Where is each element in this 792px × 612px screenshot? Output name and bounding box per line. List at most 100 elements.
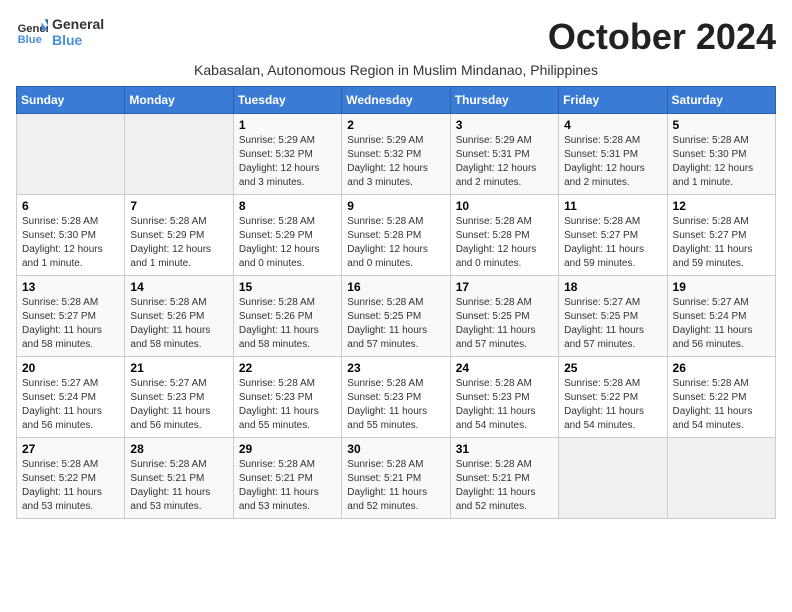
day-info: Sunrise: 5:28 AM Sunset: 5:26 PM Dayligh… — [130, 296, 227, 352]
day-number: 8 — [239, 199, 336, 213]
day-number: 3 — [456, 118, 553, 132]
day-number: 9 — [347, 199, 444, 213]
calendar-cell: 23 Sunrise: 5:28 AM Sunset: 5:23 PM Dayli… — [342, 357, 450, 438]
logo-line1: General — [52, 16, 104, 32]
day-info: Sunrise: 5:28 AM Sunset: 5:25 PM Dayligh… — [456, 296, 553, 352]
day-info: Sunrise: 5:27 AM Sunset: 5:24 PM Dayligh… — [673, 296, 770, 352]
subtitle: Kabasalan, Autonomous Region in Muslim M… — [16, 62, 776, 78]
day-number: 23 — [347, 361, 444, 375]
header-friday: Friday — [559, 87, 667, 114]
day-info: Sunrise: 5:28 AM Sunset: 5:23 PM Dayligh… — [347, 377, 444, 433]
calendar-week-2: 6Sunrise: 5:28 AM Sunset: 5:30 PM Daylig… — [17, 195, 776, 276]
day-info: Sunrise: 5:28 AM Sunset: 5:22 PM Dayligh… — [22, 458, 119, 514]
calendar-cell: 9 Sunrise: 5:28 AM Sunset: 5:28 PM Daylig… — [342, 195, 450, 276]
header-saturday: Saturday — [667, 87, 775, 114]
calendar-cell: 21 Sunrise: 5:27 AM Sunset: 5:23 PM Dayli… — [125, 357, 233, 438]
day-info: Sunrise: 5:28 AM Sunset: 5:28 PM Dayligh… — [456, 215, 553, 271]
calendar-cell: 6Sunrise: 5:28 AM Sunset: 5:30 PM Daylig… — [17, 195, 125, 276]
logo-line2: Blue — [52, 32, 104, 48]
day-number: 31 — [456, 442, 553, 456]
day-number: 20 — [22, 361, 119, 375]
calendar-cell: 25 Sunrise: 5:28 AM Sunset: 5:22 PM Dayli… — [559, 357, 667, 438]
day-number: 10 — [456, 199, 553, 213]
day-info: Sunrise: 5:28 AM Sunset: 5:21 PM Dayligh… — [130, 458, 227, 514]
day-info: Sunrise: 5:29 AM Sunset: 5:32 PM Dayligh… — [239, 134, 336, 190]
day-info: Sunrise: 5:28 AM Sunset: 5:26 PM Dayligh… — [239, 296, 336, 352]
calendar-week-3: 13Sunrise: 5:28 AM Sunset: 5:27 PM Dayli… — [17, 276, 776, 357]
calendar-cell — [559, 438, 667, 519]
day-number: 22 — [239, 361, 336, 375]
day-number: 15 — [239, 280, 336, 294]
day-number: 30 — [347, 442, 444, 456]
calendar-header-row: SundayMondayTuesdayWednesdayThursdayFrid… — [17, 87, 776, 114]
day-number: 2 — [347, 118, 444, 132]
day-info: Sunrise: 5:28 AM Sunset: 5:22 PM Dayligh… — [564, 377, 661, 433]
calendar-cell: 1 Sunrise: 5:29 AM Sunset: 5:32 PM Daylig… — [233, 114, 341, 195]
calendar-body: 1 Sunrise: 5:29 AM Sunset: 5:32 PM Daylig… — [17, 114, 776, 519]
calendar-cell: 18 Sunrise: 5:27 AM Sunset: 5:25 PM Dayli… — [559, 276, 667, 357]
header-wednesday: Wednesday — [342, 87, 450, 114]
calendar-cell: 17 Sunrise: 5:28 AM Sunset: 5:25 PM Dayli… — [450, 276, 558, 357]
calendar-table: SundayMondayTuesdayWednesdayThursdayFrid… — [16, 86, 776, 519]
day-number: 14 — [130, 280, 227, 294]
calendar-week-4: 20 Sunrise: 5:27 AM Sunset: 5:24 PM Dayli… — [17, 357, 776, 438]
svg-text:Blue: Blue — [18, 34, 42, 46]
header-monday: Monday — [125, 87, 233, 114]
header-thursday: Thursday — [450, 87, 558, 114]
header-tuesday: Tuesday — [233, 87, 341, 114]
day-number: 16 — [347, 280, 444, 294]
day-info: Sunrise: 5:28 AM Sunset: 5:27 PM Dayligh… — [22, 296, 119, 352]
day-info: Sunrise: 5:28 AM Sunset: 5:25 PM Dayligh… — [347, 296, 444, 352]
day-number: 18 — [564, 280, 661, 294]
calendar-cell: 20 Sunrise: 5:27 AM Sunset: 5:24 PM Dayli… — [17, 357, 125, 438]
day-info: Sunrise: 5:29 AM Sunset: 5:31 PM Dayligh… — [456, 134, 553, 190]
day-info: Sunrise: 5:27 AM Sunset: 5:25 PM Dayligh… — [564, 296, 661, 352]
day-info: Sunrise: 5:28 AM Sunset: 5:22 PM Dayligh… — [673, 377, 770, 433]
day-number: 1 — [239, 118, 336, 132]
day-number: 11 — [564, 199, 661, 213]
calendar-cell: 19 Sunrise: 5:27 AM Sunset: 5:24 PM Dayli… — [667, 276, 775, 357]
calendar-cell: 30 Sunrise: 5:28 AM Sunset: 5:21 PM Dayli… — [342, 438, 450, 519]
day-number: 21 — [130, 361, 227, 375]
logo-icon: General Blue — [16, 16, 48, 48]
logo: General Blue General Blue — [16, 16, 104, 48]
calendar-cell: 15 Sunrise: 5:28 AM Sunset: 5:26 PM Dayli… — [233, 276, 341, 357]
calendar-cell: 10 Sunrise: 5:28 AM Sunset: 5:28 PM Dayli… — [450, 195, 558, 276]
day-info: Sunrise: 5:28 AM Sunset: 5:21 PM Dayligh… — [239, 458, 336, 514]
calendar-cell — [125, 114, 233, 195]
calendar-cell: 5Sunrise: 5:28 AM Sunset: 5:30 PM Daylig… — [667, 114, 775, 195]
calendar-week-1: 1 Sunrise: 5:29 AM Sunset: 5:32 PM Daylig… — [17, 114, 776, 195]
day-info: Sunrise: 5:28 AM Sunset: 5:31 PM Dayligh… — [564, 134, 661, 190]
day-number: 7 — [130, 199, 227, 213]
day-number: 17 — [456, 280, 553, 294]
day-number: 4 — [564, 118, 661, 132]
day-info: Sunrise: 5:28 AM Sunset: 5:21 PM Dayligh… — [456, 458, 553, 514]
day-info: Sunrise: 5:28 AM Sunset: 5:29 PM Dayligh… — [130, 215, 227, 271]
calendar-cell: 12Sunrise: 5:28 AM Sunset: 5:27 PM Dayli… — [667, 195, 775, 276]
calendar-cell: 3 Sunrise: 5:29 AM Sunset: 5:31 PM Daylig… — [450, 114, 558, 195]
page-header: General Blue General Blue October 2024 — [16, 16, 776, 58]
day-number: 24 — [456, 361, 553, 375]
day-number: 6 — [22, 199, 119, 213]
calendar-week-5: 27Sunrise: 5:28 AM Sunset: 5:22 PM Dayli… — [17, 438, 776, 519]
calendar-cell: 4 Sunrise: 5:28 AM Sunset: 5:31 PM Daylig… — [559, 114, 667, 195]
calendar-cell: 14 Sunrise: 5:28 AM Sunset: 5:26 PM Dayli… — [125, 276, 233, 357]
day-info: Sunrise: 5:28 AM Sunset: 5:27 PM Dayligh… — [673, 215, 770, 271]
header-sunday: Sunday — [17, 87, 125, 114]
day-info: Sunrise: 5:28 AM Sunset: 5:21 PM Dayligh… — [347, 458, 444, 514]
day-info: Sunrise: 5:27 AM Sunset: 5:24 PM Dayligh… — [22, 377, 119, 433]
day-number: 25 — [564, 361, 661, 375]
calendar-cell: 8 Sunrise: 5:28 AM Sunset: 5:29 PM Daylig… — [233, 195, 341, 276]
calendar-cell: 2Sunrise: 5:29 AM Sunset: 5:32 PM Daylig… — [342, 114, 450, 195]
day-info: Sunrise: 5:28 AM Sunset: 5:29 PM Dayligh… — [239, 215, 336, 271]
calendar-cell: 27Sunrise: 5:28 AM Sunset: 5:22 PM Dayli… — [17, 438, 125, 519]
day-info: Sunrise: 5:28 AM Sunset: 5:30 PM Dayligh… — [673, 134, 770, 190]
day-number: 28 — [130, 442, 227, 456]
calendar-cell: 7 Sunrise: 5:28 AM Sunset: 5:29 PM Daylig… — [125, 195, 233, 276]
calendar-cell: 28 Sunrise: 5:28 AM Sunset: 5:21 PM Dayli… — [125, 438, 233, 519]
day-info: Sunrise: 5:27 AM Sunset: 5:23 PM Dayligh… — [130, 377, 227, 433]
day-info: Sunrise: 5:28 AM Sunset: 5:28 PM Dayligh… — [347, 215, 444, 271]
calendar-cell: 31 Sunrise: 5:28 AM Sunset: 5:21 PM Dayli… — [450, 438, 558, 519]
day-number: 26 — [673, 361, 770, 375]
day-number: 19 — [673, 280, 770, 294]
